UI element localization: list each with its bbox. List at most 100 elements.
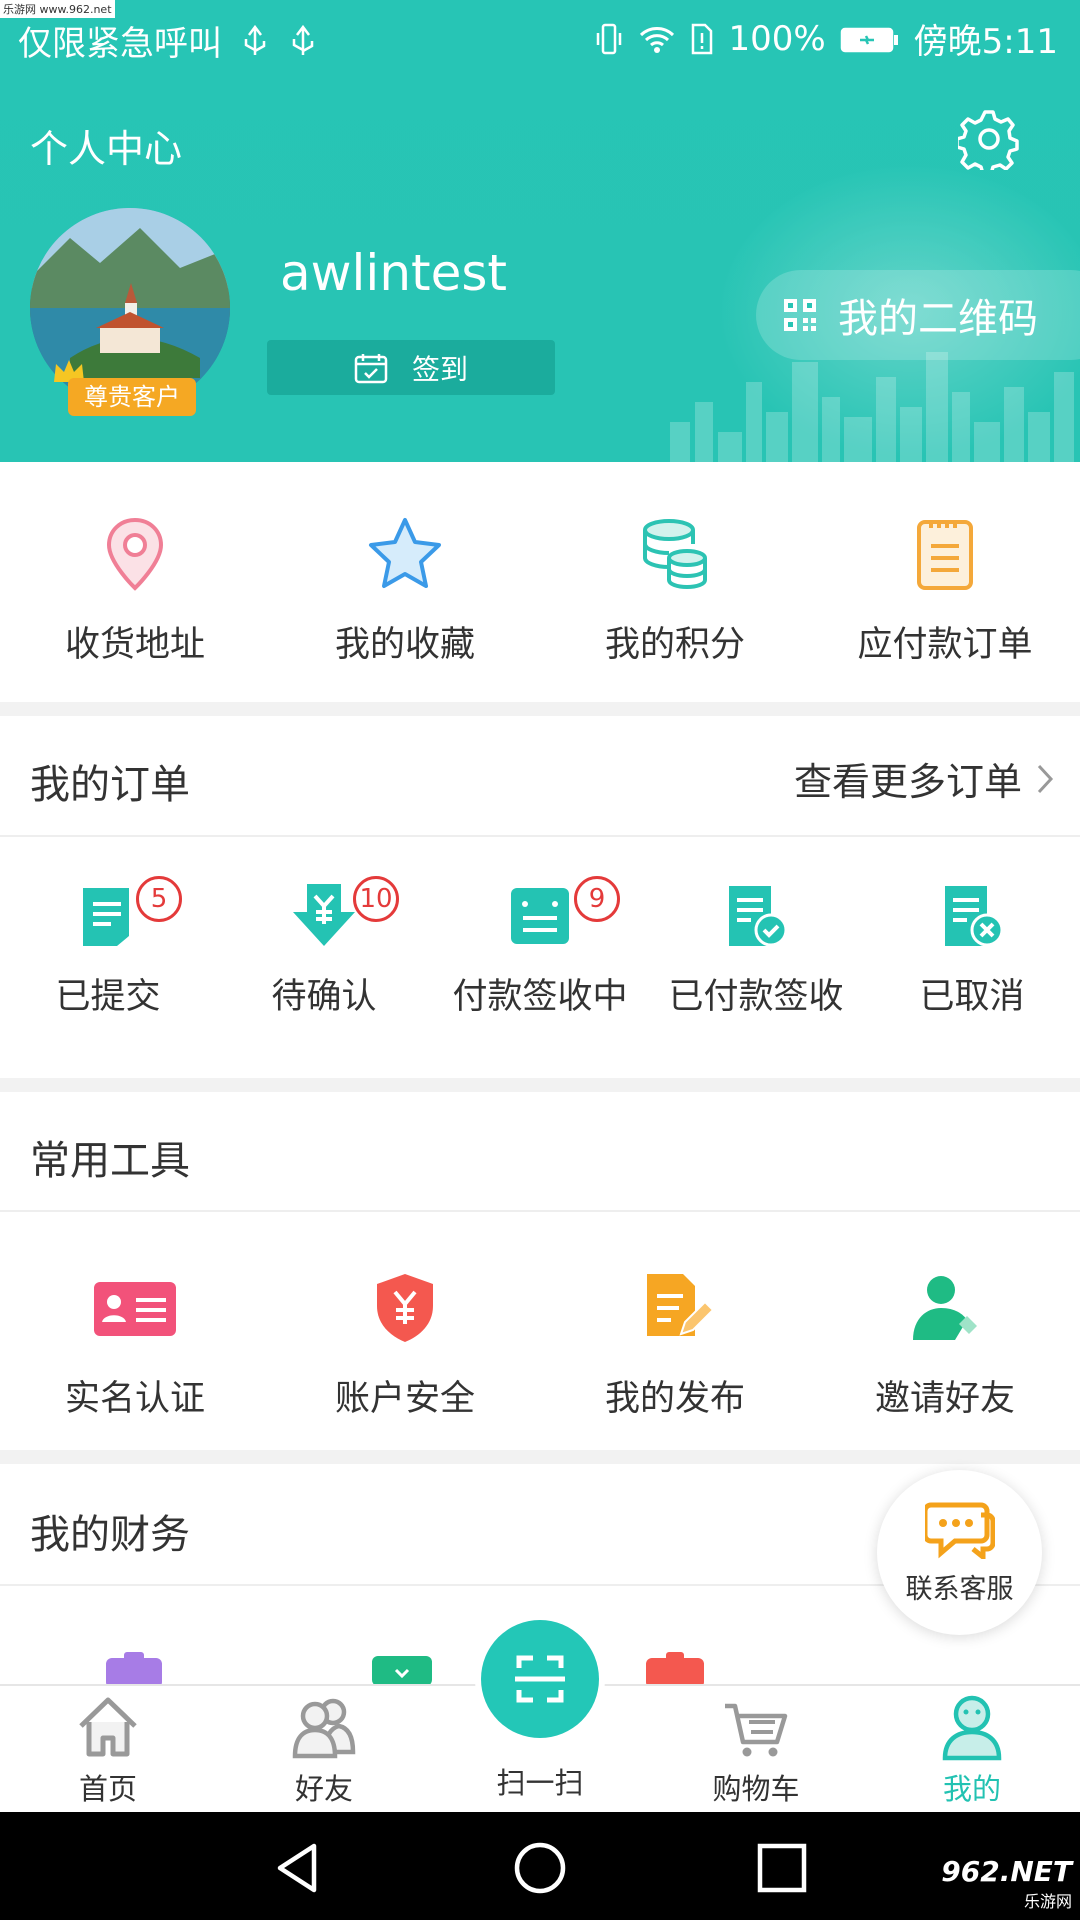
customer-service-button[interactable]: 联系客服: [877, 1470, 1042, 1635]
finance-wallet-icon: [372, 1656, 432, 1684]
tab-label: 好友: [294, 1772, 353, 1806]
qrcode-icon: [784, 299, 816, 331]
quick-links-card: 收货地址 我的收藏 我的积分 应付款订单: [0, 462, 1080, 702]
watermark-brand: 962.NET: [941, 1855, 1072, 1888]
order-count-badge: 10: [353, 876, 399, 922]
doc-lines-icon: [511, 888, 569, 944]
order-status-submitted[interactable]: 5 已提交: [0, 876, 216, 1019]
scan-button[interactable]: [481, 1620, 599, 1738]
signin-button[interactable]: 签到: [267, 340, 555, 395]
finance-bag-icon: [646, 1652, 704, 1684]
home-circle-icon[interactable]: [512, 1840, 568, 1896]
tools-title: 常用工具: [30, 1138, 190, 1184]
order-status-label: 待确认: [271, 977, 377, 1017]
tool-label: 我的发布: [604, 1379, 745, 1419]
order-status-label: 付款签收中: [452, 977, 628, 1017]
order-status-cancelled[interactable]: 已取消: [864, 880, 1080, 1019]
quick-link-favorites[interactable]: 我的收藏: [270, 514, 540, 667]
chevron-right-icon: [1037, 764, 1054, 793]
tab-cart[interactable]: 购物车: [648, 1686, 864, 1814]
order-status-pending[interactable]: 10 待确认: [216, 876, 432, 1019]
recents-square-icon[interactable]: [754, 1840, 810, 1896]
quick-link-address[interactable]: 收货地址: [0, 514, 270, 667]
order-status-paying[interactable]: 9 付款签收中: [432, 876, 648, 1019]
status-bar: 仅限紧急呼叫 100% 傍晚5:11: [0, 0, 1080, 72]
order-status-label: 已付款签收: [668, 977, 844, 1017]
calendar-check-icon: [354, 353, 388, 383]
vibrate-icon: [597, 23, 622, 54]
more-orders-label: 查看更多订单: [793, 760, 1022, 804]
tab-label: 购物车: [712, 1772, 800, 1806]
usb-icon: [244, 24, 266, 55]
location-pin-icon: [106, 517, 164, 591]
cart-icon: [725, 1703, 788, 1757]
page-title: 个人中心: [30, 127, 183, 171]
carrier-text: 仅限紧急呼叫: [18, 24, 222, 64]
orders-title: 我的订单: [30, 762, 190, 808]
tab-friends[interactable]: 好友: [216, 1686, 432, 1814]
friends-icon: [292, 1698, 356, 1759]
tool-account-security[interactable]: 账户安全: [270, 1268, 540, 1421]
battery-icon: [840, 27, 898, 52]
usb-icon: [292, 24, 314, 55]
profile-icon: [942, 1695, 1002, 1761]
doc-check-icon: [729, 886, 788, 947]
coins-icon: [643, 519, 707, 590]
battery-percent: 100%: [728, 18, 826, 59]
finance-clipboard-icon: [106, 1652, 162, 1684]
username: awlintest: [280, 244, 508, 302]
doc-submitted-icon: [83, 888, 129, 946]
tab-label: 首页: [78, 1772, 137, 1806]
quick-link-label: 应付款订单: [857, 625, 1033, 665]
tool-label: 账户安全: [334, 1379, 475, 1419]
order-status-label: 已提交: [55, 977, 161, 1017]
add-user-icon: [913, 1276, 977, 1340]
signin-label: 签到: [411, 352, 468, 386]
settings-gear-icon[interactable]: [958, 108, 1020, 170]
yuan-down-icon: [293, 884, 355, 946]
customer-service-label: 联系客服: [905, 1574, 1014, 1605]
profile-header: 仅限紧急呼叫 100% 傍晚5:11 乐游网 www.962.net 个人中心: [0, 0, 1080, 462]
chat-bubble-icon: [924, 1502, 995, 1559]
star-icon: [369, 518, 441, 588]
tools-divider: [0, 1210, 1080, 1212]
tab-profile[interactable]: 我的: [864, 1686, 1080, 1814]
clipboard-icon: [917, 520, 973, 590]
sim-icon: [692, 23, 713, 54]
system-navigation-bar: 962.NET 乐游网: [0, 1812, 1080, 1920]
doc-edit-icon: [647, 1274, 715, 1336]
city-skyline-decoration: [670, 352, 1074, 462]
vip-badge: 尊贵客户: [68, 378, 196, 416]
tool-invite-friends[interactable]: 邀请好友: [810, 1268, 1080, 1421]
watermark-bottom: 962.NET 乐游网: [941, 1855, 1072, 1912]
home-icon: [79, 1697, 137, 1757]
orders-divider: [0, 835, 1080, 837]
id-card-icon: [94, 1282, 176, 1336]
quick-link-payable-orders[interactable]: 应付款订单: [810, 514, 1080, 667]
back-triangle-icon[interactable]: [270, 1840, 326, 1896]
scan-label: 扫一扫: [496, 1766, 584, 1800]
watermark-top: 乐游网 www.962.net: [0, 0, 115, 18]
quick-link-label: 我的收藏: [334, 625, 475, 665]
tab-home[interactable]: 首页: [0, 1686, 216, 1814]
tool-real-name-auth[interactable]: 实名认证: [0, 1268, 270, 1421]
finance-title: 我的财务: [30, 1512, 190, 1558]
order-count-badge: 9: [574, 876, 620, 922]
order-count-badge: 5: [136, 876, 182, 922]
shield-yuan-icon: [377, 1274, 433, 1342]
tab-label: 我的: [942, 1772, 1001, 1806]
scan-icon: [515, 1655, 565, 1703]
wifi-icon: [640, 26, 675, 53]
my-qrcode-button[interactable]: 我的二维码: [756, 270, 1080, 360]
more-orders-link[interactable]: 查看更多订单: [794, 751, 1054, 806]
tool-label: 邀请好友: [874, 1379, 1015, 1419]
clock: 傍晚5:11: [913, 22, 1058, 62]
quick-link-points[interactable]: 我的积分: [540, 514, 810, 667]
tool-my-posts[interactable]: 我的发布: [540, 1268, 810, 1421]
quick-link-label: 收货地址: [64, 625, 205, 665]
order-status-label: 已取消: [919, 977, 1025, 1017]
doc-cancel-icon: [945, 886, 1004, 947]
order-status-paid[interactable]: 已付款签收: [648, 880, 864, 1019]
qrcode-label: 我的二维码: [838, 296, 1038, 342]
quick-link-label: 我的积分: [604, 625, 745, 665]
